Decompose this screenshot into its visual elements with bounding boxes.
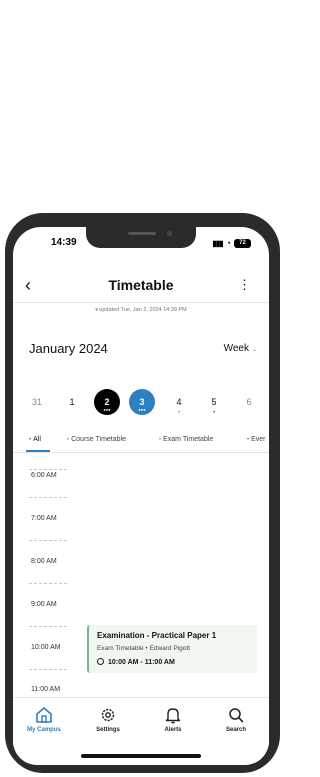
day-number: 4 — [176, 397, 182, 407]
event-title: Examination - Practical Paper 1 — [97, 631, 217, 640]
month-title[interactable]: January 2024 — [29, 341, 108, 356]
updated-text: ▾ updated Tue, Jan 2, 2024 14:39 PM — [13, 307, 269, 313]
tab-alerts[interactable]: Alerts — [146, 706, 200, 733]
page-title: Timetable — [108, 277, 174, 293]
filter-tabs: • All • Course Timetable • Exam Timetable •… — [13, 436, 269, 452]
week-day-strip: 31 1 2 ●●● 3 ●●● 4 • 5 • 6 — [13, 389, 269, 419]
tab-settings[interactable]: Settings — [81, 706, 135, 733]
event-card[interactable]: Examination - Practical Paper 1 Exam Tim… — [87, 625, 257, 673]
half-hour-line — [29, 583, 67, 584]
event-subtitle: Exam Timetable • Edward Pigott — [97, 645, 190, 652]
day-number: 31 — [31, 397, 42, 407]
day-number: 5 — [211, 397, 217, 407]
tab-label: Search — [225, 727, 246, 733]
status-time: 14:39 — [51, 237, 77, 248]
time-label: 6:00 AM — [31, 472, 57, 479]
day-number: 6 — [246, 397, 252, 407]
search-icon — [229, 708, 244, 723]
refresh-icon: ▾ — [95, 307, 98, 313]
divider — [13, 302, 269, 303]
speaker — [128, 232, 156, 235]
half-hour-line — [29, 469, 67, 470]
filter-label: Exam Timetable — [163, 436, 214, 443]
day-item[interactable]: 4 • — [166, 389, 192, 416]
cellular-signal-icon: ▮▮▮ — [212, 238, 223, 248]
filter-exam-timetable[interactable]: • Exam Timetable — [159, 436, 213, 443]
filter-label: All — [33, 436, 41, 443]
time-label: 11:00 AM — [31, 686, 61, 693]
half-hour-line — [29, 497, 67, 498]
phone-screen: 14:39 ▮▮▮ ◔ 72 ‹ Timetable ⋮ ▾ updated T… — [13, 227, 269, 765]
status-icons: ▮▮▮ ◔ 72 — [212, 238, 251, 248]
half-hour-line — [29, 669, 67, 670]
status-bar: 14:39 ▮▮▮ ◔ 72 — [13, 237, 269, 253]
day-number: 2 — [104, 397, 110, 407]
more-options-icon[interactable]: ⋮ — [238, 277, 251, 293]
day-item[interactable]: 31 — [24, 389, 50, 415]
time-label: 7:00 AM — [31, 515, 57, 522]
view-selector[interactable]: Week ⌄ — [224, 343, 257, 354]
time-label: 8:00 AM — [31, 558, 57, 565]
day-number: 3 — [139, 397, 145, 407]
filter-label: Ever — [251, 436, 266, 443]
filter-events[interactable]: • Ever — [247, 436, 266, 443]
tab-label: Alerts — [164, 727, 182, 733]
event-dots: ●●● — [103, 407, 111, 412]
home-indicator — [81, 754, 201, 758]
tab-my-campus[interactable]: My Campus — [17, 706, 71, 733]
day-item-today[interactable]: 3 ●●● — [129, 389, 155, 415]
tab-label: Settings — [96, 727, 120, 733]
clock-icon — [97, 658, 104, 665]
bottom-tab-bar: My Campus Settings Alerts Search — [13, 697, 269, 747]
day-number: 1 — [69, 397, 75, 407]
gear-icon — [101, 708, 115, 722]
updated-label: updated Tue, Jan 2, 2024 14:39 PM — [99, 307, 187, 313]
day-item-selected[interactable]: 2 ●●● — [94, 389, 120, 415]
stage: 14:39 ▮▮▮ ◔ 72 ‹ Timetable ⋮ ▾ updated T… — [0, 0, 282, 777]
half-hour-line — [29, 540, 67, 541]
filter-label: Course Timetable — [71, 436, 126, 443]
day-item[interactable]: 6 — [236, 389, 262, 415]
battery-icon: 72 — [234, 238, 251, 248]
chevron-down-icon: ⌄ — [251, 347, 257, 353]
time-label: 9:00 AM — [31, 601, 57, 608]
filter-course-timetable[interactable]: • Course Timetable — [67, 436, 126, 443]
view-label: Week — [223, 343, 249, 354]
bell-icon — [165, 708, 181, 724]
home-icon — [36, 707, 52, 723]
event-time-label: 10:00 AM - 11:00 AM — [108, 659, 175, 666]
event-time: 10:00 AM - 11:00 AM — [97, 658, 175, 666]
filter-all[interactable]: • All — [29, 436, 41, 443]
tab-label: My Campus — [27, 727, 61, 733]
event-dots: ●●● — [138, 407, 146, 412]
time-label: 10:00 AM — [31, 644, 61, 651]
event-dot: • — [177, 410, 181, 416]
tab-search[interactable]: Search — [209, 706, 263, 733]
event-dot: • — [212, 410, 216, 416]
day-item[interactable]: 1 — [59, 389, 85, 415]
day-item[interactable]: 5 • — [201, 389, 227, 416]
wifi-icon: ◔ — [225, 238, 231, 248]
nav-bar: ‹ Timetable ⋮ — [13, 275, 269, 299]
camera — [167, 231, 172, 236]
half-hour-line — [29, 626, 67, 627]
